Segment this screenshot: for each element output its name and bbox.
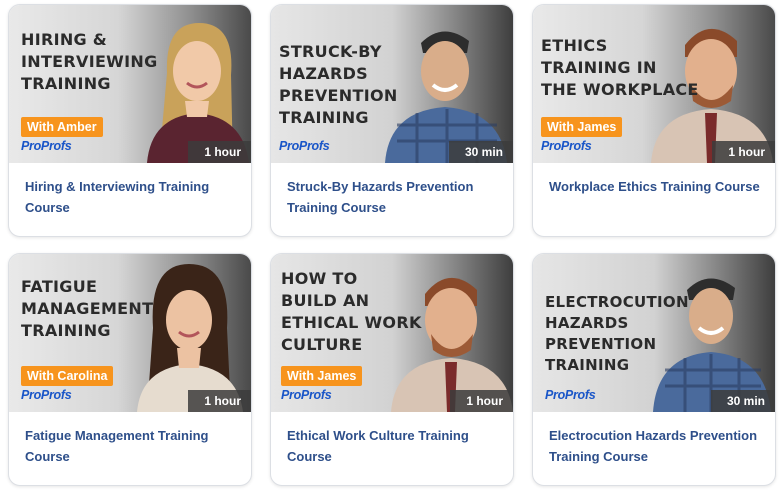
course-thumbnail[interactable]: ELECTROCUTION HAZARDS PREVENTION TRAININ… <box>533 254 775 412</box>
course-card-hiring[interactable]: HIRING & INTERVIEWING TRAINING With Ambe… <box>8 4 252 237</box>
course-thumbnail[interactable]: FATIGUE MANAGEMENT TRAINING With Carolin… <box>9 254 251 412</box>
instructor-badge: With James <box>281 366 363 386</box>
proprofs-logo: ProProfs <box>21 388 72 402</box>
course-title-link[interactable]: Hiring & Interviewing Training Course <box>25 176 239 218</box>
course-title-link[interactable]: Struck-By Hazards Prevention Training Co… <box>287 176 501 218</box>
proprofs-logo: ProProfs <box>545 388 596 402</box>
course-thumbnail[interactable]: HOW TO BUILD AN ETHICAL WORK CULTURE Wit… <box>271 254 513 412</box>
proprofs-logo: ProProfs <box>541 139 592 153</box>
proprofs-logo: ProProfs <box>279 139 330 153</box>
duration-badge: 1 hour <box>712 141 775 163</box>
course-title-link[interactable]: Ethical Work Culture Training Course <box>287 425 501 467</box>
thumbnail-title: ETHICS TRAINING IN THE WORKPLACE <box>541 36 699 99</box>
thumbnail-title: HOW TO BUILD AN ETHICAL WORK CULTURE <box>281 269 422 354</box>
course-thumbnail[interactable]: HIRING & INTERVIEWING TRAINING With Ambe… <box>9 5 251 163</box>
proprofs-logo: ProProfs <box>21 139 72 153</box>
duration-badge: 1 hour <box>188 390 251 412</box>
course-title-link[interactable]: Workplace Ethics Training Course <box>549 176 763 197</box>
instructor-badge: With Amber <box>21 117 103 137</box>
thumbnail-title: HIRING & INTERVIEWING TRAINING <box>21 30 158 93</box>
course-thumbnail[interactable]: STRUCK-BY HAZARDS PREVENTION TRAINING Pr… <box>271 5 513 163</box>
course-card-struck-by[interactable]: STRUCK-BY HAZARDS PREVENTION TRAINING Pr… <box>270 4 514 237</box>
course-card-fatigue[interactable]: FATIGUE MANAGEMENT TRAINING With Carolin… <box>8 253 252 486</box>
thumbnail-title: FATIGUE MANAGEMENT TRAINING <box>21 277 154 340</box>
duration-badge: 30 min <box>710 390 775 412</box>
duration-badge: 1 hour <box>450 390 513 412</box>
duration-badge: 30 min <box>448 141 513 163</box>
course-card-ethical-culture[interactable]: HOW TO BUILD AN ETHICAL WORK CULTURE Wit… <box>270 253 514 486</box>
course-title-link[interactable]: Electrocution Hazards Prevention Trainin… <box>549 425 763 467</box>
course-title-link[interactable]: Fatigue Management Training Course <box>25 425 239 467</box>
instructor-badge: With James <box>541 117 623 137</box>
course-card-electrocution[interactable]: ELECTROCUTION HAZARDS PREVENTION TRAININ… <box>532 253 776 486</box>
thumbnail-title: ELECTROCUTION HAZARDS PREVENTION TRAININ… <box>545 293 689 374</box>
instructor-badge: With Carolina <box>21 366 114 386</box>
duration-badge: 1 hour <box>188 141 251 163</box>
thumbnail-title: STRUCK-BY HAZARDS PREVENTION TRAINING <box>279 42 398 127</box>
course-thumbnail[interactable]: ETHICS TRAINING IN THE WORKPLACE With Ja… <box>533 5 775 163</box>
course-card-ethics[interactable]: ETHICS TRAINING IN THE WORKPLACE With Ja… <box>532 4 776 237</box>
proprofs-logo: ProProfs <box>281 388 332 402</box>
